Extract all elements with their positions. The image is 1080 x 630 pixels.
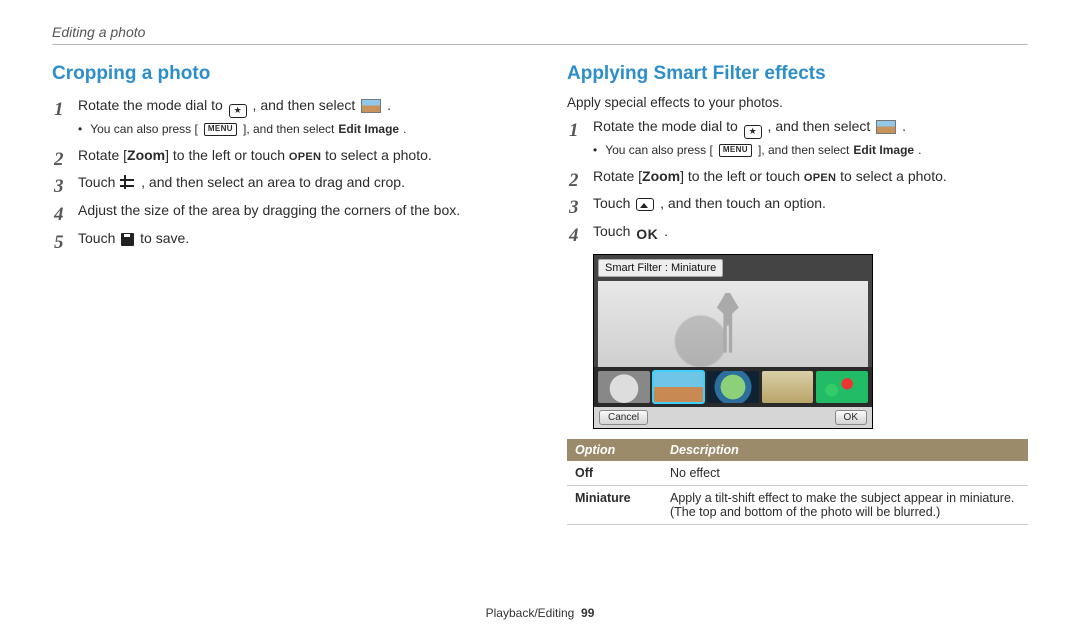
crop-step-2: Rotate [Zoom] to the left or touch OPEN … bbox=[52, 145, 513, 167]
opt-val: No effect bbox=[662, 461, 1028, 486]
mode-dial-icon: ★ bbox=[744, 125, 762, 139]
filter-thumb[interactable] bbox=[598, 371, 650, 403]
heading-smartfilter: Applying Smart Filter effects bbox=[567, 63, 1028, 85]
sf-step-1-sub: You can also press [ MENU ], and then se… bbox=[593, 141, 1028, 160]
filter-thumb[interactable] bbox=[707, 371, 759, 403]
page-header: Editing a photo bbox=[52, 24, 1028, 45]
text: to save. bbox=[140, 230, 189, 246]
text: to select a photo. bbox=[836, 168, 947, 184]
text-smallcaps: OPEN bbox=[804, 172, 836, 184]
table-row: Off No effect bbox=[567, 461, 1028, 486]
page-number: 99 bbox=[581, 606, 594, 620]
mode-dial-icon: ★ bbox=[229, 104, 247, 118]
text-bold: Edit Image bbox=[338, 120, 399, 139]
picture-icon bbox=[636, 198, 654, 211]
filter-thumb[interactable] bbox=[762, 371, 814, 403]
text: Touch bbox=[78, 230, 119, 246]
crop-step-3: Touch , and then select an area to drag … bbox=[52, 172, 513, 194]
footer-section: Playback/Editing bbox=[486, 606, 575, 620]
opt-key: Off bbox=[567, 461, 662, 486]
text: , and then select bbox=[253, 97, 360, 113]
page-footer: Playback/Editing 99 bbox=[0, 606, 1080, 620]
text: . bbox=[403, 120, 406, 139]
sf-step-1: Rotate the mode dial to ★ , and then sel… bbox=[567, 116, 1028, 160]
text: ] to the left or touch bbox=[165, 147, 289, 163]
text: . bbox=[918, 141, 921, 160]
text: Rotate [ bbox=[78, 147, 127, 163]
edit-image-thumb-icon bbox=[361, 99, 381, 113]
filter-preview bbox=[598, 281, 868, 367]
camera-screenshot: Smart Filter : Miniature Cancel OK bbox=[593, 254, 873, 429]
col-cropping: Cropping a photo Rotate the mode dial to… bbox=[52, 63, 513, 525]
menu-button-icon: MENU bbox=[719, 144, 752, 157]
crop-step-5: Touch to save. bbox=[52, 228, 513, 250]
text: . bbox=[664, 223, 668, 239]
filter-label: Smart Filter : Miniature bbox=[598, 259, 723, 277]
th-description: Description bbox=[662, 439, 1028, 461]
text: Rotate the mode dial to bbox=[78, 97, 227, 113]
crop-step-1: Rotate the mode dial to ★ , and then sel… bbox=[52, 95, 513, 139]
text: Rotate the mode dial to bbox=[593, 118, 742, 134]
text: ] to the left or touch bbox=[680, 168, 804, 184]
text: ], and then select bbox=[758, 141, 849, 160]
crop-step-4: Adjust the size of the area by dragging … bbox=[52, 200, 513, 222]
text-bold: Zoom bbox=[127, 147, 165, 163]
crop-icon bbox=[121, 176, 135, 190]
heading-cropping: Cropping a photo bbox=[52, 63, 513, 85]
filter-thumb[interactable] bbox=[816, 371, 868, 403]
col-smartfilter: Applying Smart Filter effects Apply spec… bbox=[567, 63, 1028, 525]
edit-image-thumb-icon bbox=[876, 120, 896, 134]
text: Touch bbox=[593, 223, 634, 239]
text: . bbox=[387, 97, 391, 113]
filter-thumb-selected[interactable] bbox=[653, 371, 705, 403]
smartfilter-intro: Apply special effects to your photos. bbox=[567, 95, 1028, 110]
text: , and then select an area to drag and cr… bbox=[141, 174, 405, 190]
ok-icon: OK bbox=[636, 224, 658, 246]
text-smallcaps: OPEN bbox=[289, 151, 321, 163]
sf-step-2: Rotate [Zoom] to the left or touch OPEN … bbox=[567, 166, 1028, 188]
opt-val: Apply a tilt-shift effect to make the su… bbox=[662, 485, 1028, 524]
opt-key: Miniature bbox=[567, 485, 662, 524]
text: , and then touch an option. bbox=[660, 195, 826, 211]
text: ], and then select bbox=[243, 120, 334, 139]
sf-step-3: Touch , and then touch an option. bbox=[567, 193, 1028, 215]
text: Touch bbox=[593, 195, 634, 211]
text: . bbox=[902, 118, 906, 134]
ok-button[interactable]: OK bbox=[835, 410, 867, 425]
text: to select a photo. bbox=[321, 147, 432, 163]
save-icon bbox=[121, 233, 134, 246]
menu-button-icon: MENU bbox=[204, 123, 237, 136]
text: You can also press [ bbox=[90, 120, 198, 139]
text: Touch bbox=[78, 174, 119, 190]
text: You can also press [ bbox=[605, 141, 713, 160]
text-bold: Zoom bbox=[642, 168, 680, 184]
table-row: Miniature Apply a tilt-shift effect to m… bbox=[567, 485, 1028, 524]
text-bold: Edit Image bbox=[853, 141, 914, 160]
cancel-button[interactable]: Cancel bbox=[599, 410, 648, 425]
text: , and then select bbox=[768, 118, 875, 134]
sf-step-4: Touch OK . bbox=[567, 221, 1028, 246]
crop-step-1-sub: You can also press [ MENU ], and then se… bbox=[78, 120, 513, 139]
text: Rotate [ bbox=[593, 168, 642, 184]
options-table: Option Description Off No effect Miniatu… bbox=[567, 439, 1028, 525]
filter-thumbs bbox=[594, 367, 872, 407]
th-option: Option bbox=[567, 439, 662, 461]
